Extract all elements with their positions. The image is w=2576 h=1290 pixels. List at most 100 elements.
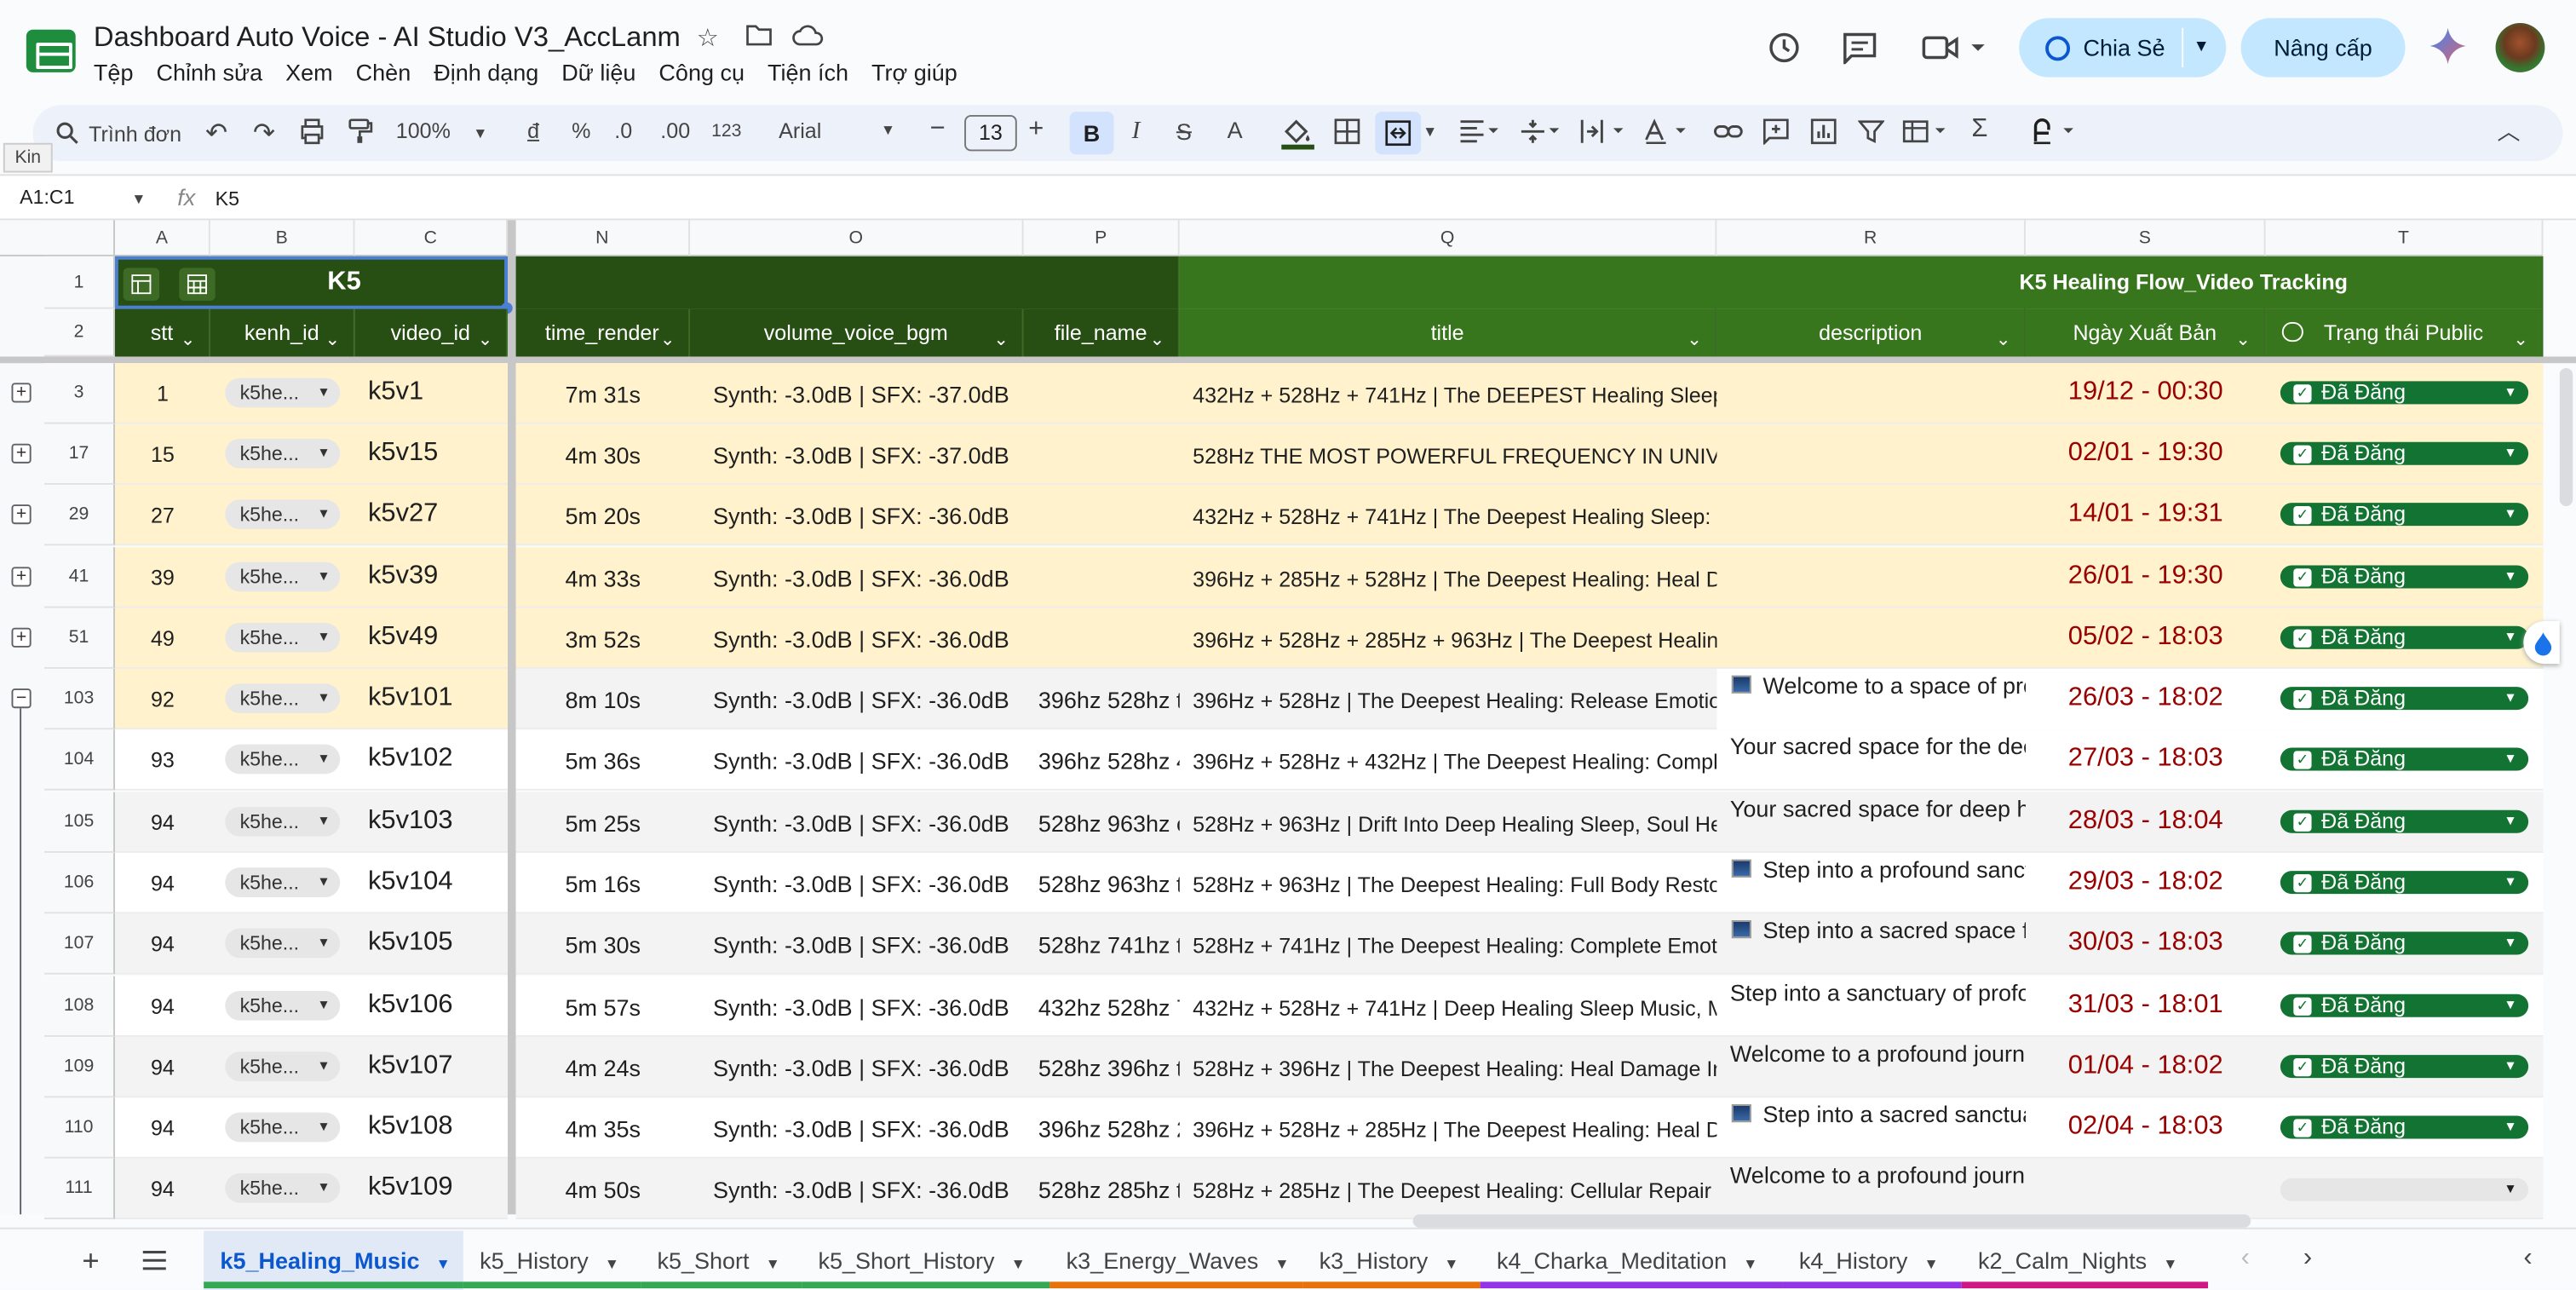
- video-id-cell[interactable]: k5v104: [368, 867, 453, 897]
- volume-cell[interactable]: Synth: -3.0dB | SFX: -36.0dB: [713, 687, 1024, 713]
- time-render-cell[interactable]: 4m 35s: [516, 1116, 690, 1143]
- stt-cell[interactable]: 49: [115, 626, 210, 651]
- formula-input[interactable]: K5: [216, 187, 239, 210]
- zoom-select[interactable]: 100% ▼: [396, 118, 488, 143]
- header-0[interactable]: stt ⌄: [115, 308, 210, 357]
- name-box-chevron-icon[interactable]: ▼: [131, 191, 146, 207]
- filter-dropdown-icon[interactable]: ⌄: [2513, 317, 2528, 356]
- row-header[interactable]: 110: [44, 1097, 116, 1159]
- time-render-cell[interactable]: 4m 50s: [516, 1177, 690, 1203]
- volume-cell[interactable]: Synth: -3.0dB | SFX: -36.0dB: [713, 932, 1024, 959]
- file-name-cell[interactable]: 432hz 528hz 7: [1038, 994, 1180, 1021]
- video-id-cell[interactable]: k5v1: [368, 378, 423, 408]
- name-box[interactable]: A1:C1: [20, 186, 74, 209]
- kenh-id-chip[interactable]: k5he... ▼: [225, 1051, 341, 1082]
- publish-date-cell[interactable]: 19/12 - 00:30: [2026, 378, 2266, 408]
- tab-menu-chevron-icon[interactable]: ▼: [1011, 1255, 1026, 1271]
- menu-file[interactable]: Tệp: [94, 59, 145, 85]
- frozen-column-divider[interactable]: [507, 220, 516, 1215]
- title-cell[interactable]: 528Hz + 963Hz | Drift Into Deep Healing …: [1193, 812, 1716, 837]
- description-cell[interactable]: Welcome to a profound journe: [1730, 1040, 2026, 1067]
- file-name-cell[interactable]: 528hz 741hz t: [1038, 932, 1180, 959]
- increase-decimal-button[interactable]: .00: [660, 118, 690, 143]
- volume-cell[interactable]: Synth: -3.0dB | SFX: -37.0dB: [713, 442, 1024, 469]
- publish-date-cell[interactable]: 02/01 - 19:30: [2026, 439, 2266, 469]
- sheets-logo-icon[interactable]: [26, 29, 76, 72]
- comments-icon[interactable]: [1842, 32, 1877, 72]
- title-cell[interactable]: 528Hz + 741Hz | The Deepest Healing: Com…: [1193, 933, 1716, 958]
- row-header[interactable]: 41: [44, 547, 116, 608]
- video-id-cell[interactable]: k5v15: [368, 439, 438, 469]
- expand-group-icon[interactable]: +: [11, 627, 32, 648]
- strikethrough-button[interactable]: S: [1176, 118, 1192, 145]
- kenh-id-chip[interactable]: k5he... ▼: [225, 990, 341, 1021]
- file-name-cell[interactable]: 396hz 528hz 2: [1038, 1116, 1180, 1143]
- tab-menu-chevron-icon[interactable]: ▼: [1444, 1255, 1458, 1271]
- side-panel-toggle-icon[interactable]: ‹: [2523, 1244, 2532, 1274]
- status-chip[interactable]: ✓ Đã Đăng ▼: [2280, 993, 2529, 1017]
- filter-dropdown-icon[interactable]: ⌄: [478, 317, 493, 356]
- upgrade-button[interactable]: Nâng cấp: [2240, 18, 2406, 78]
- k5-merged-cell[interactable]: K5: [115, 256, 508, 309]
- status-chip[interactable]: ✓ Đã Đăng ▼: [2280, 809, 2529, 833]
- expand-group-icon[interactable]: +: [11, 504, 32, 525]
- publish-date-cell[interactable]: 31/03 - 18:01: [2026, 991, 2266, 1021]
- scroll-tabs-left-icon[interactable]: ‹: [2241, 1244, 2250, 1274]
- sheet-tab[interactable]: k5_Healing_Music ▼: [220, 1247, 450, 1274]
- insert-comment-icon[interactable]: [1762, 118, 1789, 150]
- time-render-cell[interactable]: 5m 36s: [516, 748, 690, 775]
- status-chip[interactable]: ✓ Đã Đăng ▼: [2280, 931, 2529, 955]
- row-header[interactable]: 29: [44, 484, 116, 546]
- sheet-tab[interactable]: k5_Short_History ▼: [818, 1247, 1025, 1274]
- currency-format-button[interactable]: đ: [527, 118, 539, 143]
- row-header[interactable]: 51: [44, 608, 116, 669]
- expand-group-icon[interactable]: +: [11, 383, 32, 403]
- stt-cell[interactable]: 39: [115, 565, 210, 590]
- filter-views-icon[interactable]: [1902, 118, 1948, 150]
- row-header[interactable]: 108: [44, 976, 116, 1037]
- stt-cell[interactable]: 92: [115, 687, 210, 711]
- star-icon[interactable]: ☆: [697, 23, 719, 53]
- stt-cell[interactable]: 94: [115, 994, 210, 1019]
- decrease-decimal-button[interactable]: .0: [614, 118, 632, 143]
- volume-cell[interactable]: Synth: -3.0dB | SFX: -36.0dB: [713, 871, 1024, 897]
- share-button[interactable]: Chia Sẻ ▼: [2019, 18, 2227, 78]
- stt-cell[interactable]: 94: [115, 810, 210, 835]
- file-name-cell[interactable]: 528hz 963hz c: [1038, 810, 1180, 837]
- volume-cell[interactable]: Synth: -3.0dB | SFX: -36.0dB: [713, 626, 1024, 653]
- text-wrap-icon[interactable]: [1580, 118, 1626, 150]
- menu-edit[interactable]: Chỉnh sửa: [156, 59, 273, 85]
- title-cell[interactable]: 528Hz + 963Hz | The Deepest Healing: Ful…: [1193, 872, 1716, 897]
- volume-cell[interactable]: Synth: -3.0dB | SFX: -36.0dB: [713, 994, 1024, 1021]
- video-id-cell[interactable]: k5v103: [368, 807, 453, 837]
- title-cell[interactable]: 528Hz THE MOST POWERFUL FREQUENCY IN UNI…: [1193, 444, 1716, 469]
- stt-cell[interactable]: 93: [115, 748, 210, 773]
- video-id-cell[interactable]: k5v107: [368, 1051, 453, 1081]
- video-id-cell[interactable]: k5v49: [368, 623, 438, 653]
- column-header-q[interactable]: Q: [1179, 220, 1717, 256]
- stt-cell[interactable]: 1: [115, 381, 210, 406]
- status-chip[interactable]: ✓ Đã Đăng ▼: [2280, 565, 2529, 589]
- description-cell[interactable]: Step into a sacred sanctua: [1762, 1101, 2026, 1127]
- stt-cell[interactable]: 94: [115, 1116, 210, 1141]
- filter-dropdown-icon[interactable]: ⌄: [325, 317, 340, 356]
- document-title[interactable]: Dashboard Auto Voice - AI Studio V3_AccL…: [94, 21, 681, 55]
- publish-date-cell[interactable]: 05/02 - 18:03: [2026, 623, 2266, 653]
- file-name-cell[interactable]: 528hz 963hz t: [1038, 871, 1180, 897]
- title-cell[interactable]: 396Hz + 528Hz + 285Hz | The Deepest Heal…: [1193, 1117, 1716, 1142]
- filter-dropdown-icon[interactable]: ⌄: [660, 317, 676, 356]
- video-id-cell[interactable]: k5v39: [368, 562, 438, 592]
- time-render-cell[interactable]: 5m 57s: [516, 994, 690, 1021]
- status-chip[interactable]: ✓ Đã Đăng ▼: [2280, 625, 2529, 649]
- description-cell[interactable]: Welcome to a profound journe: [1730, 1162, 2026, 1189]
- title-cell[interactable]: 432Hz + 528Hz + 741Hz | The Deepest Heal…: [1193, 504, 1716, 529]
- header-7[interactable]: description ⌄: [1716, 308, 2026, 357]
- kenh-id-chip[interactable]: k5he... ▼: [225, 806, 341, 837]
- header-5[interactable]: file_name ⌄: [1023, 308, 1180, 357]
- publish-date-cell[interactable]: 30/03 - 18:03: [2026, 929, 2266, 959]
- volume-cell[interactable]: Synth: -3.0dB | SFX: -36.0dB: [713, 565, 1024, 591]
- paint-format-icon[interactable]: [347, 118, 373, 150]
- column-header-s[interactable]: S: [2025, 220, 2266, 256]
- functions-icon[interactable]: Σ: [1971, 115, 1987, 145]
- video-id-cell[interactable]: k5v105: [368, 929, 453, 959]
